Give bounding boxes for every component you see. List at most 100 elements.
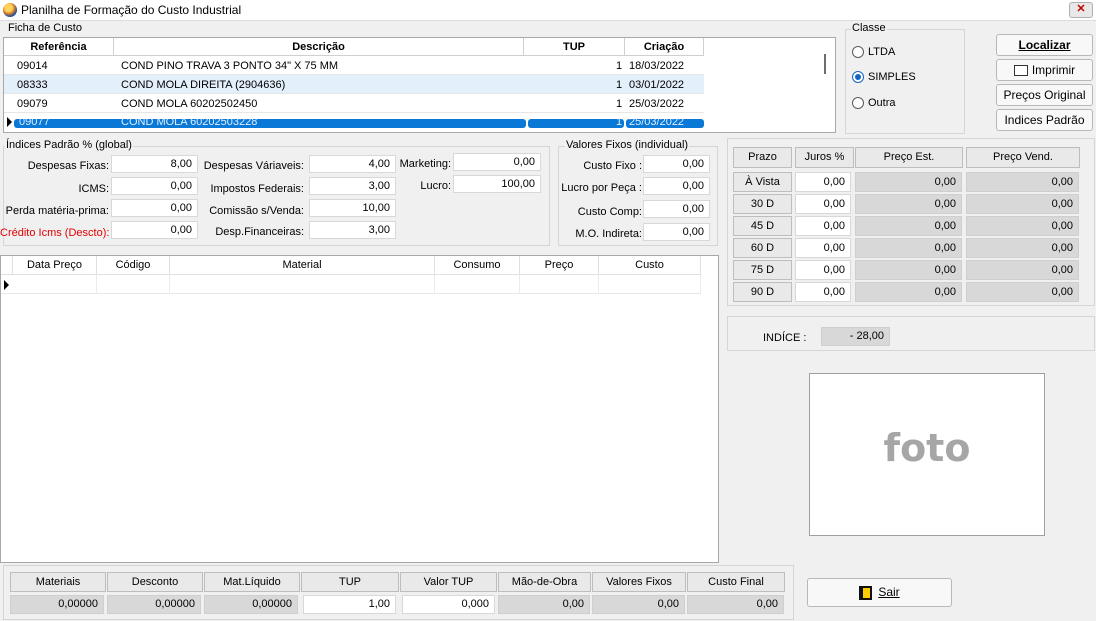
prazo-label: 75 D bbox=[733, 260, 792, 280]
preco-est-field: 0,00 bbox=[855, 260, 962, 280]
cell-divider bbox=[519, 275, 520, 294]
desp-financeiras-field[interactable]: 3,00 bbox=[309, 221, 396, 239]
row-pointer-icon bbox=[4, 280, 9, 290]
credito-icms-field[interactable]: 0,00 bbox=[111, 221, 198, 239]
photo-placeholder: foto bbox=[883, 426, 971, 470]
total-valor-tup-field[interactable]: 0,000 bbox=[402, 595, 495, 614]
custo-fixo-field[interactable]: 0,00 bbox=[643, 155, 710, 173]
indice-value: - 28,00 bbox=[821, 327, 890, 346]
total-valores-fixos-value: 0,00 bbox=[592, 595, 685, 614]
col-header-referencia[interactable]: Referência bbox=[4, 38, 114, 56]
table-row[interactable]: 08333 COND MOLA DIREITA (2904636) 1 03/0… bbox=[4, 75, 704, 94]
col-header-material[interactable]: Material bbox=[170, 256, 435, 275]
selected-bar: 1 bbox=[528, 119, 624, 128]
radio-ltda[interactable] bbox=[852, 46, 864, 58]
total-header-tup: TUP bbox=[301, 572, 399, 592]
custo-comp-label: Custo Comp: bbox=[577, 206, 642, 218]
credito-icms-label: Crédito Icms (Descto): bbox=[0, 227, 110, 239]
col-header-data-preco[interactable]: Data Preço bbox=[13, 256, 97, 275]
precos-original-button[interactable]: Preços Original bbox=[996, 84, 1093, 106]
printer-icon bbox=[1013, 65, 1028, 77]
sair-label: Sair bbox=[878, 585, 900, 599]
preco-est-field: 0,00 bbox=[855, 216, 962, 236]
total-header-materiais: Materiais bbox=[10, 572, 106, 592]
juros-field[interactable]: 0,00 bbox=[795, 194, 851, 214]
classe-label: Classe bbox=[851, 22, 887, 34]
mo-indireta-field[interactable]: 0,00 bbox=[643, 223, 710, 241]
col-header-preco[interactable]: Preço bbox=[520, 256, 599, 275]
juros-field[interactable]: 0,00 bbox=[795, 216, 851, 236]
app-icon bbox=[3, 3, 17, 17]
juros-field[interactable]: 0,00 bbox=[795, 238, 851, 258]
lucro-field[interactable]: 100,00 bbox=[453, 175, 541, 193]
col-header-prazo[interactable]: Prazo bbox=[733, 147, 792, 168]
prazo-label: 90 D bbox=[733, 282, 792, 302]
col-header-codigo[interactable]: Código bbox=[97, 256, 170, 275]
marketing-field[interactable]: 0,00 bbox=[453, 153, 541, 171]
col-header-tup[interactable]: TUP bbox=[524, 38, 625, 56]
table-row-selected[interactable]: 09077 COND MOLA 60202503228 1 25/03/2022 bbox=[4, 114, 704, 130]
row-ref: 08333 bbox=[17, 79, 48, 91]
custo-comp-field[interactable]: 0,00 bbox=[643, 200, 710, 218]
icms-field[interactable]: 0,00 bbox=[111, 177, 198, 195]
impostos-label: Impostos Federais: bbox=[210, 183, 304, 195]
table-row[interactable]: 09014 COND PINO TRAVA 3 PONTO 34" X 75 M… bbox=[4, 56, 704, 75]
lucro-peca-label: Lucro por Peça : bbox=[561, 182, 642, 194]
prazo-label: À Vista bbox=[733, 172, 792, 192]
total-header-custo-final: Custo Final bbox=[687, 572, 785, 592]
row-criacao: 03/01/2022 bbox=[629, 79, 685, 91]
table-row-empty[interactable] bbox=[1, 275, 701, 294]
table-row[interactable]: 09079 COND MOLA 60202502450 1 25/03/2022 bbox=[4, 94, 704, 113]
total-custo-final-value: 0,00 bbox=[687, 595, 784, 614]
row-indicator-header bbox=[1, 256, 13, 275]
row-ref: 09014 bbox=[17, 60, 48, 72]
col-header-custo[interactable]: Custo bbox=[599, 256, 701, 275]
row-ref: 09079 bbox=[17, 98, 48, 110]
total-header-valores-fixos: Valores Fixos bbox=[592, 572, 686, 592]
total-header-mao-de-obra: Mão-de-Obra bbox=[498, 572, 591, 592]
col-header-juros[interactable]: Juros % bbox=[795, 147, 854, 168]
close-button[interactable]: ✕ bbox=[1069, 2, 1093, 18]
despesas-variaveis-label: Despesas Váriaveis: bbox=[203, 160, 304, 172]
indices-padrao-button[interactable]: Indices Padrão bbox=[996, 109, 1093, 131]
row-tup: 1 bbox=[616, 119, 623, 128]
radio-simples[interactable] bbox=[852, 71, 864, 83]
despesas-variaveis-field[interactable]: 4,00 bbox=[309, 155, 396, 173]
total-tup-field[interactable]: 1,00 bbox=[303, 595, 396, 614]
total-header-valor-tup: Valor TUP bbox=[400, 572, 497, 592]
impostos-field[interactable]: 3,00 bbox=[309, 177, 396, 195]
lucro-peca-field[interactable]: 0,00 bbox=[643, 177, 710, 195]
row-tup: 1 bbox=[616, 98, 623, 110]
preco-vend-field: 0,00 bbox=[966, 260, 1079, 280]
perda-field[interactable]: 0,00 bbox=[111, 199, 198, 217]
scrollbar-thumb[interactable] bbox=[824, 54, 826, 74]
total-desconto-value: 0,00000 bbox=[107, 595, 201, 614]
juros-field[interactable]: 0,00 bbox=[795, 260, 851, 280]
sair-button[interactable]: Sair bbox=[807, 578, 952, 607]
localizar-button[interactable]: Localizar bbox=[996, 34, 1093, 56]
col-header-criacao[interactable]: Criação bbox=[625, 38, 704, 56]
col-header-descricao[interactable]: Descrição bbox=[114, 38, 524, 56]
cell-divider bbox=[700, 275, 701, 294]
photo-frame: foto bbox=[809, 373, 1045, 536]
ficha-grid[interactable]: Referência Descrição TUP Criação 09014 C… bbox=[3, 37, 836, 133]
preco-est-field: 0,00 bbox=[855, 238, 962, 258]
radio-outra[interactable] bbox=[852, 97, 864, 109]
materials-grid[interactable]: Data Preço Código Material Consumo Preço… bbox=[0, 255, 719, 563]
col-header-preco-vend[interactable]: Preço Vend. bbox=[966, 147, 1080, 168]
col-header-preco-est[interactable]: Preço Est. bbox=[855, 147, 963, 168]
imprimir-button[interactable]: Imprimir bbox=[996, 59, 1093, 81]
cell-divider bbox=[96, 275, 97, 294]
preco-vend-field: 0,00 bbox=[966, 238, 1079, 258]
ficha-label: Ficha de Custo bbox=[7, 22, 83, 34]
despesas-fixas-label: Despesas Fixas: bbox=[27, 160, 109, 172]
juros-field[interactable]: 0,00 bbox=[795, 282, 851, 302]
comissao-field[interactable]: 10,00 bbox=[309, 199, 396, 217]
despesas-fixas-field[interactable]: 8,00 bbox=[111, 155, 198, 173]
imprimir-label: Imprimir bbox=[1031, 63, 1076, 77]
juros-field[interactable]: 0,00 bbox=[795, 172, 851, 192]
cell-divider bbox=[434, 275, 435, 294]
window-title: Planilha de Formação do Custo Industrial bbox=[21, 3, 242, 17]
total-header-desconto: Desconto bbox=[107, 572, 203, 592]
col-header-consumo[interactable]: Consumo bbox=[435, 256, 520, 275]
